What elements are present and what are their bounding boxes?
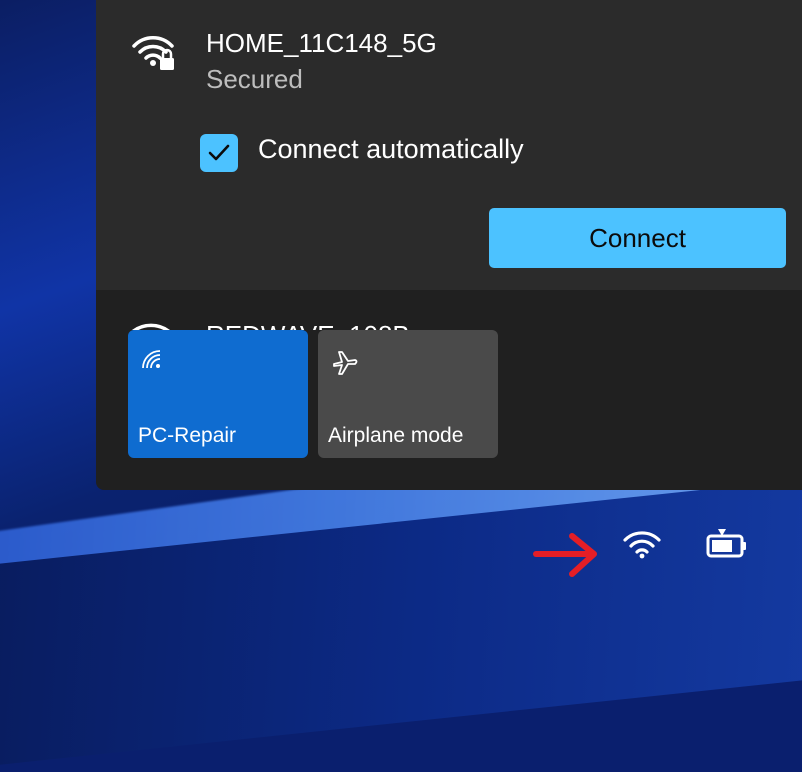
network-ssid: REDWAVE_108B <box>206 320 410 330</box>
tile-label: PC-Repair <box>138 424 237 447</box>
network-item-expanded[interactable]: HOME_11C148_5G Secured Connect automatic… <box>96 0 802 290</box>
wifi-flyout: HOME_11C148_5G Secured Connect automatic… <box>96 0 802 490</box>
connect-button[interactable]: Connect <box>489 208 786 268</box>
battery-icon[interactable] <box>706 526 748 560</box>
quick-setting-wifi-tile[interactable]: PC-Repair <box>128 330 308 458</box>
wifi-icon <box>132 323 170 330</box>
checkmark-icon <box>208 144 230 161</box>
connect-automatically-checkbox[interactable] <box>200 134 238 172</box>
wifi-icon[interactable] <box>622 528 662 560</box>
red-arrow-icon <box>533 533 597 577</box>
taskbar <box>0 507 802 597</box>
tile-label: Airplane mode <box>328 424 464 447</box>
network-security-status: Secured <box>206 64 303 94</box>
network-item[interactable]: REDWAVE_108B <box>96 290 802 330</box>
quick-setting-airplane-mode-tile[interactable]: Airplane mode <box>318 330 498 458</box>
network-ssid: HOME_11C148_5G <box>206 28 437 58</box>
wifi-secured-icon <box>132 36 174 70</box>
connect-automatically-label[interactable]: Connect automatically <box>258 134 524 165</box>
wifi-icon <box>142 350 161 369</box>
airplane-icon <box>333 351 358 375</box>
